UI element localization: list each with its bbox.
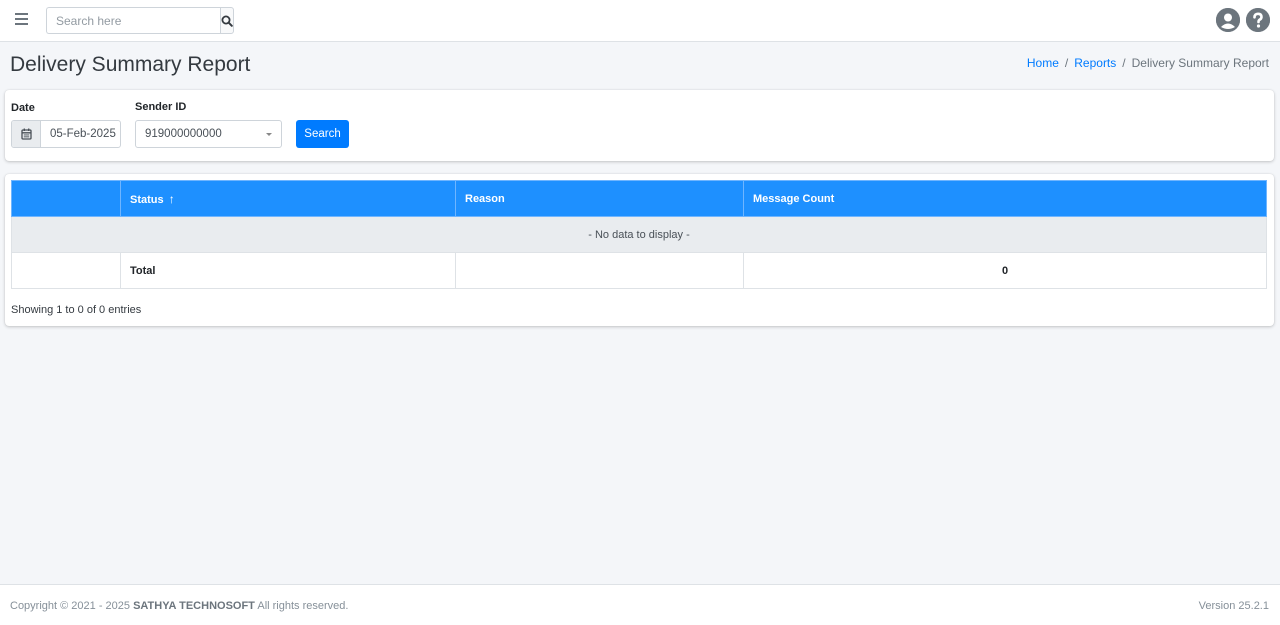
- search-submit-button[interactable]: Search: [296, 120, 349, 148]
- breadcrumb-separator: /: [1122, 56, 1126, 70]
- user-circle-icon[interactable]: [1216, 8, 1240, 32]
- date-label: Date: [11, 102, 35, 114]
- column-header-blank[interactable]: [11, 180, 121, 217]
- report-table: Status ↑ Reason Message Count - No data …: [11, 180, 1267, 289]
- no-data-message: - No data to display -: [11, 216, 1267, 253]
- copyright: Copyright © 2021 - 2025 SATHYA TECHNOSOF…: [10, 600, 348, 612]
- sender-id-select[interactable]: 919000000000: [135, 120, 282, 148]
- breadcrumb: Home / Reports / Delivery Summary Report: [1027, 56, 1269, 70]
- breadcrumb-separator: /: [1064, 56, 1069, 70]
- date-picker[interactable]: 05-Feb-2025: [11, 120, 121, 148]
- column-header-reason[interactable]: Reason: [455, 180, 744, 217]
- top-navbar: [0, 0, 1280, 42]
- total-blank-cell: [11, 252, 121, 289]
- page-title: Delivery Summary Report: [10, 53, 251, 76]
- breadcrumb-current: Delivery Summary Report: [1131, 56, 1269, 70]
- copyright-prefix: Copyright © 2021 - 2025: [10, 600, 131, 612]
- table-info: Showing 1 to 0 of 0 entries: [11, 304, 142, 316]
- sender-id-label: Sender ID: [135, 101, 187, 113]
- total-reason-cell: [455, 252, 744, 289]
- help-circle-icon[interactable]: [1246, 8, 1270, 32]
- calendar-icon: [20, 128, 32, 140]
- date-addon[interactable]: [12, 121, 41, 147]
- company-name: SATHYA TECHNOSOFT: [133, 600, 255, 612]
- empty-row: - No data to display -: [11, 216, 1267, 253]
- total-label: Total: [120, 252, 456, 289]
- sender-id-value: 919000000000: [145, 128, 222, 140]
- date-input[interactable]: 05-Feb-2025: [41, 121, 120, 147]
- breadcrumb-reports[interactable]: Reports: [1074, 56, 1116, 70]
- status-header-label: Status: [130, 193, 164, 206]
- search-button[interactable]: [220, 7, 234, 34]
- column-header-message-count[interactable]: Message Count: [743, 180, 1267, 217]
- report-table-card: Status ↑ Reason Message Count - No data …: [5, 174, 1274, 326]
- column-header-status[interactable]: Status ↑: [120, 180, 456, 217]
- chevron-down-icon: [266, 133, 272, 136]
- table-header-row: Status ↑ Reason Message Count: [11, 180, 1267, 217]
- copyright-suffix: All rights reserved.: [257, 600, 349, 612]
- total-message-count: 0: [743, 252, 1267, 289]
- menu-icon[interactable]: [15, 13, 28, 25]
- sort-ascending-icon: ↑: [168, 191, 175, 206]
- filter-card: Date 05-Feb-2025 Sender ID 919000000000 …: [5, 90, 1274, 161]
- page-footer: Copyright © 2021 - 2025 SATHYA TECHNOSOF…: [0, 584, 1280, 625]
- breadcrumb-home[interactable]: Home: [1027, 56, 1059, 70]
- navbar-search: [46, 7, 234, 34]
- search-input[interactable]: [46, 7, 220, 34]
- search-icon: [221, 15, 233, 27]
- version-label: Version 25.2.1: [1198, 600, 1269, 612]
- navbar-right: [1216, 8, 1270, 32]
- total-row: Total 0: [11, 252, 1267, 289]
